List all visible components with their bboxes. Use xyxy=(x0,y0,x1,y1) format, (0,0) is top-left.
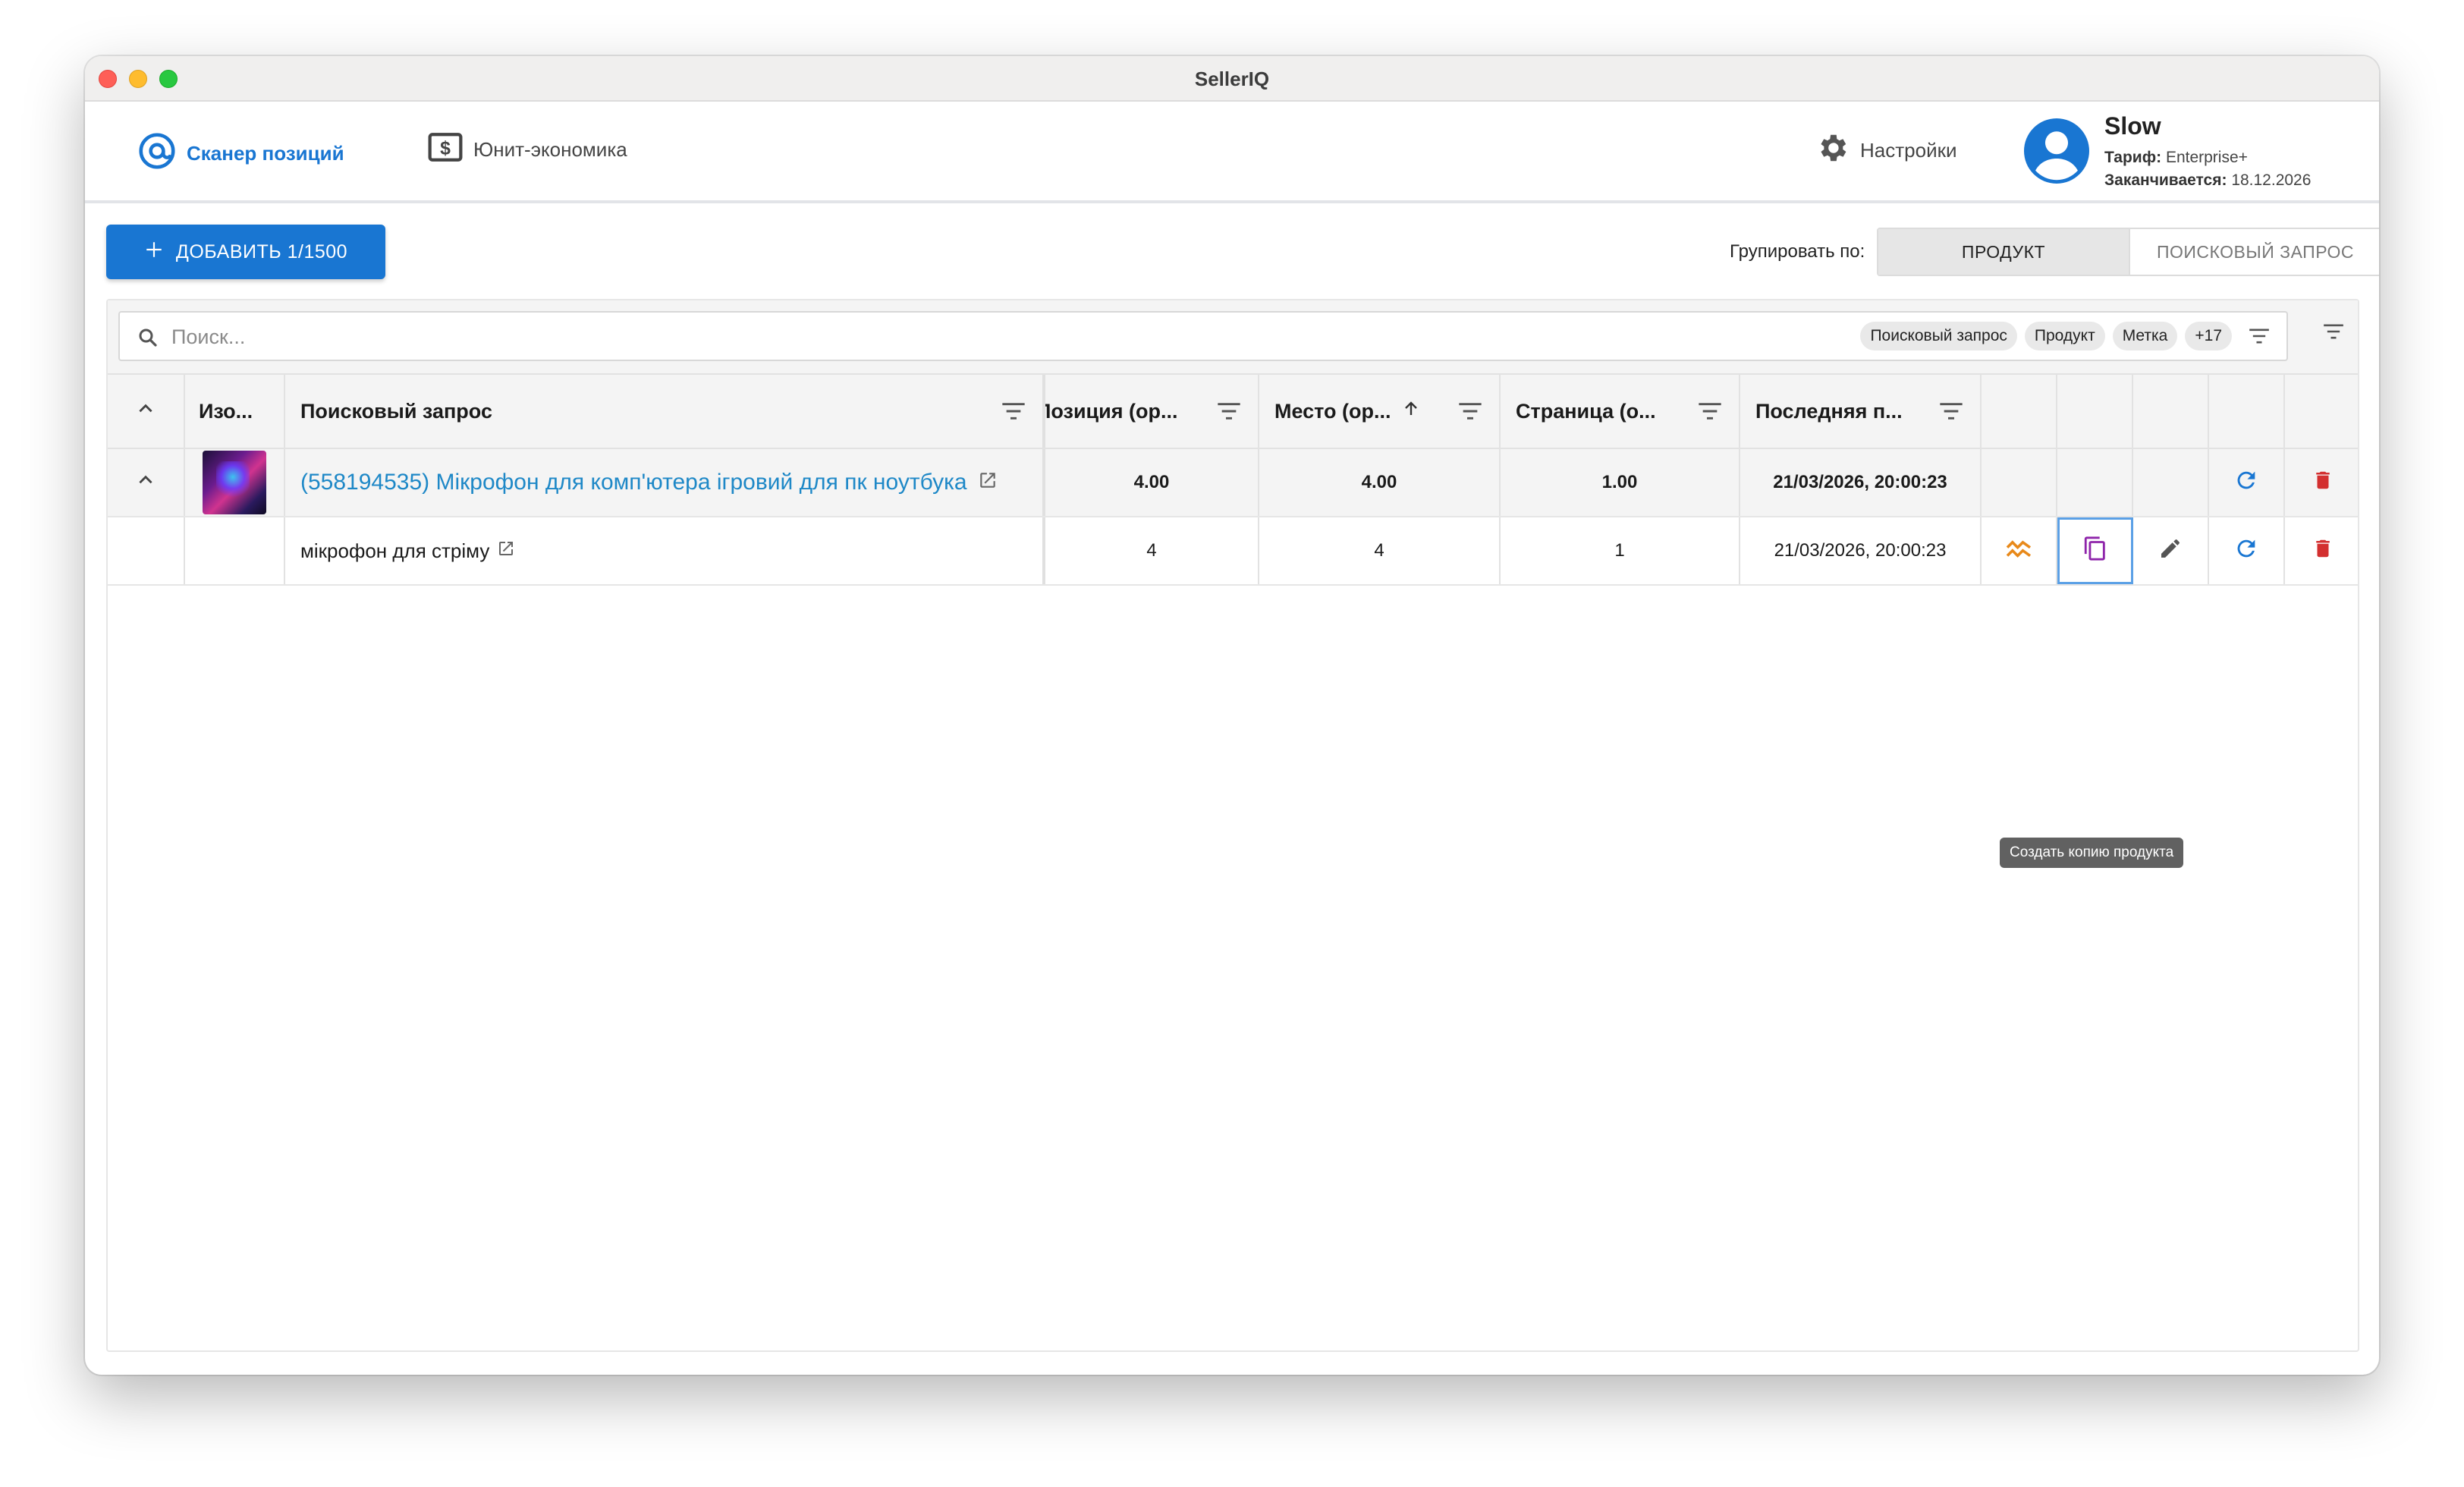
product-thumbnail-cell xyxy=(185,449,285,516)
copy-product-tooltip: Создать копию продукта xyxy=(2000,838,2184,868)
title-bar: SellerIQ xyxy=(85,56,2379,102)
nav-settings-label: Настройки xyxy=(1860,139,1957,162)
place-cell: 4 xyxy=(1259,517,1501,584)
page-cell: 1 xyxy=(1501,517,1740,584)
nav-settings[interactable]: Настройки xyxy=(1815,130,1957,171)
delete-group-button[interactable] xyxy=(2285,449,2361,516)
external-link-icon[interactable] xyxy=(497,539,515,563)
app-header: Сканер позиций $ Юнит-экономика Настройк… xyxy=(85,102,2379,203)
search-chips: Поисковый запрос Продукт Метка +17 xyxy=(1860,322,2274,351)
column-header-place[interactable]: Место (ор... xyxy=(1259,375,1501,448)
column-header-page[interactable]: Страница (о... xyxy=(1501,375,1740,448)
profile-plan: Тариф: Enterprise+ xyxy=(2104,149,2248,166)
position-cell: 4 xyxy=(1045,517,1259,584)
product-link[interactable]: (558194535) Мікрофон для комп'ютера ігро… xyxy=(300,470,967,495)
add-button[interactable]: ДОБАВИТЬ 1/1500 xyxy=(106,225,385,279)
filter-icon[interactable] xyxy=(1001,402,1026,426)
search-input[interactable] xyxy=(171,323,1309,351)
chip-query[interactable]: Поисковый запрос xyxy=(1860,322,2017,351)
table-group-row[interactable]: (558194535) Мікрофон для комп'ютера ігро… xyxy=(108,449,2358,517)
chevron-up-icon xyxy=(136,399,156,424)
group-place-cell: 4.00 xyxy=(1259,449,1501,516)
copy-product-button[interactable] xyxy=(2057,517,2133,584)
trend-chart-icon xyxy=(2005,537,2032,565)
nav-unit-economics[interactable]: $ Юнит-экономика xyxy=(428,132,627,168)
empty-action-cell xyxy=(2057,449,2133,516)
group-by-product[interactable]: ПРОДУКТ xyxy=(1878,229,2130,275)
profile-name: Slow xyxy=(2104,112,2161,140)
group-by-query[interactable]: ПОИСКОВЫЙ ЗАПРОС xyxy=(2130,229,2379,275)
nav-scanner-label: Сканер позиций xyxy=(187,142,344,165)
chip-product[interactable]: Продукт xyxy=(2024,322,2105,351)
column-header-action-1 xyxy=(1982,375,2057,448)
arrow-up-icon xyxy=(1402,399,1420,424)
filter-icon[interactable] xyxy=(1217,402,1241,426)
search-icon xyxy=(137,326,159,353)
column-header-action-5 xyxy=(2285,375,2361,448)
refresh-icon xyxy=(2233,467,2259,498)
history-chart-button[interactable] xyxy=(1982,517,2057,584)
trash-icon xyxy=(2312,536,2334,567)
product-thumbnail xyxy=(203,451,266,514)
plus-icon xyxy=(144,240,164,265)
table-header: Изо... Поисковый запрос Позиция (ор... М… xyxy=(108,373,2358,449)
group-by-label: Групировать по: xyxy=(1730,241,1865,262)
external-link-icon[interactable] xyxy=(978,470,998,495)
profile-expires: Заканчивается: 18.12.2026 xyxy=(2104,171,2312,189)
column-header-action-2 xyxy=(2057,375,2133,448)
product-cell: (558194535) Мікрофон для комп'ютера ігро… xyxy=(285,449,1045,516)
edit-button[interactable] xyxy=(2133,517,2209,584)
filter-icon[interactable] xyxy=(1458,402,1482,426)
app-window: SellerIQ Сканер позиций $ Юнит-экономика… xyxy=(85,56,2379,1375)
empty-action-cell xyxy=(1982,449,2057,516)
empty-action-cell xyxy=(2133,449,2209,516)
column-header-position[interactable]: Позиция (ор... xyxy=(1045,375,1259,448)
window-title: SellerIQ xyxy=(1194,68,1270,90)
positions-table-panel: Поисковый запрос Продукт Метка +17 Изо..… xyxy=(106,299,2359,1352)
copy-icon xyxy=(2082,534,2108,568)
nav-scanner[interactable]: Сканер позиций xyxy=(138,132,344,175)
collapse-group-button[interactable] xyxy=(108,449,185,516)
table-row[interactable]: мікрофон для стріму 4 4 1 21/03/2026, 20… xyxy=(108,517,2358,586)
query-cell: мікрофон для стріму xyxy=(285,517,1045,584)
group-by-toggle: ПРОДУКТ ПОИСКОВЫЙ ЗАПРОС xyxy=(1877,228,2379,276)
column-header-action-4 xyxy=(2209,375,2285,448)
dollar-box-icon: $ xyxy=(428,132,463,168)
last-check-cell: 21/03/2026, 20:00:23 xyxy=(1740,517,1982,584)
column-header-image[interactable]: Изо... xyxy=(185,375,285,448)
at-icon xyxy=(138,132,176,175)
group-page-cell: 1.00 xyxy=(1501,449,1740,516)
refresh-icon xyxy=(2233,536,2259,567)
refresh-row-button[interactable] xyxy=(2209,517,2285,584)
svg-text:$: $ xyxy=(440,139,451,159)
toolbar: ДОБАВИТЬ 1/1500 Групировать по: ПРОДУКТ … xyxy=(106,225,2379,279)
collapse-all-button[interactable] xyxy=(108,375,185,448)
filter-icon[interactable] xyxy=(1698,402,1722,426)
empty-cell xyxy=(108,517,185,584)
chip-tag[interactable]: Метка xyxy=(2112,322,2178,351)
search-filter-icon[interactable] xyxy=(2244,322,2274,351)
add-button-label: ДОБАВИТЬ 1/1500 xyxy=(175,240,348,263)
delete-row-button[interactable] xyxy=(2285,517,2361,584)
refresh-group-button[interactable] xyxy=(2209,449,2285,516)
column-header-query[interactable]: Поисковый запрос xyxy=(285,375,1045,448)
gear-icon xyxy=(1815,130,1850,171)
filter-icon[interactable] xyxy=(1939,402,1963,426)
chip-more[interactable]: +17 xyxy=(2185,322,2232,351)
avatar-icon xyxy=(2024,118,2089,184)
search-strip: Поисковый запрос Продукт Метка +17 xyxy=(108,300,2358,373)
panel-filter-icon[interactable] xyxy=(2323,323,2344,344)
pencil-icon xyxy=(2158,536,2183,566)
column-header-last[interactable]: Последняя п... xyxy=(1740,375,1982,448)
search-box: Поисковый запрос Продукт Метка +17 xyxy=(118,311,2288,361)
user-profile[interactable]: Slow Тариф: Enterprise+ Заканчивается: 1… xyxy=(2024,112,2358,196)
nav-unit-label: Юнит-экономика xyxy=(473,138,627,161)
group-position-cell: 4.00 xyxy=(1045,449,1259,516)
chevron-up-icon xyxy=(136,470,156,495)
column-header-action-3 xyxy=(2133,375,2209,448)
query-text: мікрофон для стріму xyxy=(300,539,490,562)
trash-icon xyxy=(2312,467,2334,498)
group-last-cell: 21/03/2026, 20:00:23 xyxy=(1740,449,1982,516)
empty-cell xyxy=(185,517,285,584)
